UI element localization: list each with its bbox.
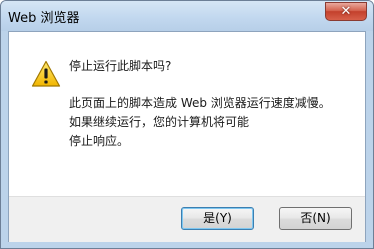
window-title: Web 浏览器 bbox=[8, 11, 80, 26]
dialog-message: 此页面上的脚本造成 Web 浏览器运行速度减慢。 如果继续运行，您的计算机将可能… bbox=[69, 94, 331, 151]
close-icon: ✕ bbox=[340, 4, 352, 19]
no-button[interactable]: 否(N) bbox=[279, 207, 352, 230]
dialog-client-area: 停止运行此脚本吗? 此页面上的脚本造成 Web 浏览器运行速度减慢。 如果继续运… bbox=[8, 31, 366, 242]
dialog-heading: 停止运行此脚本吗? bbox=[69, 59, 172, 73]
message-line: 此页面上的脚本造成 Web 浏览器运行速度减慢。 bbox=[69, 96, 331, 110]
button-bar: 是(Y) 否(N) bbox=[9, 196, 365, 242]
message-line: 如果继续运行，您的计算机将可能 bbox=[69, 115, 250, 129]
warning-icon bbox=[31, 60, 61, 87]
message-area: 停止运行此脚本吗? 此页面上的脚本造成 Web 浏览器运行速度减慢。 如果继续运… bbox=[9, 32, 365, 196]
yes-button[interactable]: 是(Y) bbox=[181, 207, 254, 230]
message-line: 停止响应。 bbox=[69, 134, 130, 148]
close-button[interactable]: ✕ bbox=[325, 2, 367, 21]
title-bar[interactable]: Web 浏览器 ✕ bbox=[1, 1, 373, 31]
dialog-window: Web 浏览器 ✕ 停止运行此脚本吗? 此页面上的脚本造成 Web 浏览器运行速… bbox=[0, 0, 374, 249]
